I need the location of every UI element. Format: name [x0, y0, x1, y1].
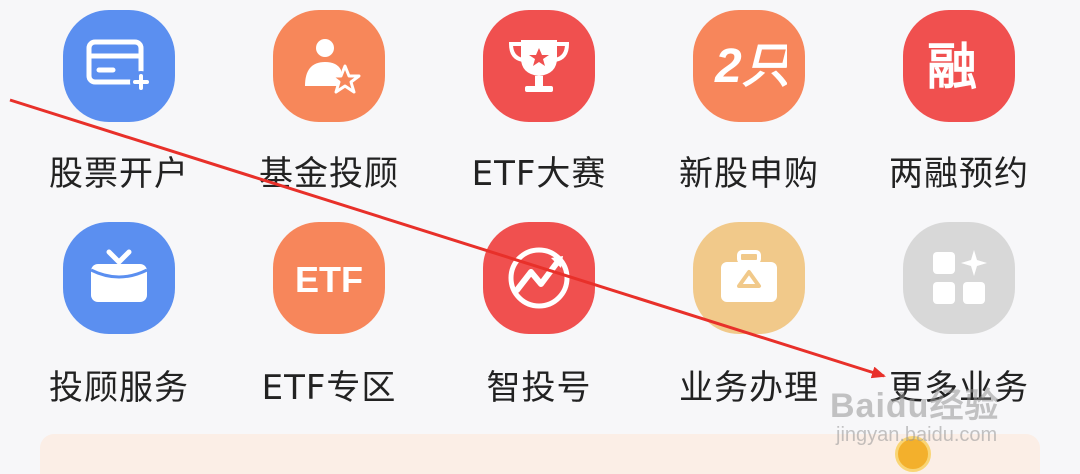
grid-item-advisor-service[interactable]: 投顾服务: [14, 0, 224, 408]
watermark-brand: Baidu经验: [830, 387, 1000, 425]
grid-item-etf-zone[interactable]: ETF ETF专区: [224, 0, 434, 408]
grid-item-label: 投顾服务: [49, 368, 189, 408]
grid-item-smart-invest[interactable]: 智投号: [434, 0, 644, 408]
grid-item-label: 智投号: [486, 368, 592, 408]
more-grid-icon: [903, 222, 1015, 334]
baidu-watermark: Baidu经验 jingyan.baidu.com: [830, 368, 1070, 462]
etf-icon-text: ETF: [295, 259, 363, 300]
grid-item-label: ETF专区: [261, 368, 397, 408]
etf-icon: ETF: [273, 222, 385, 334]
inbox-check-icon: [63, 222, 175, 334]
watermark-domain: jingyan.baidu.com: [836, 424, 998, 446]
grid-item-more-business[interactable]: 更多业务: [854, 0, 1064, 408]
briefcase-icon: [693, 222, 805, 334]
grid-item-business-handle[interactable]: 业务办理: [644, 0, 854, 408]
smart-invest-icon: [483, 222, 595, 334]
grid-item-label: 业务办理: [679, 368, 819, 408]
